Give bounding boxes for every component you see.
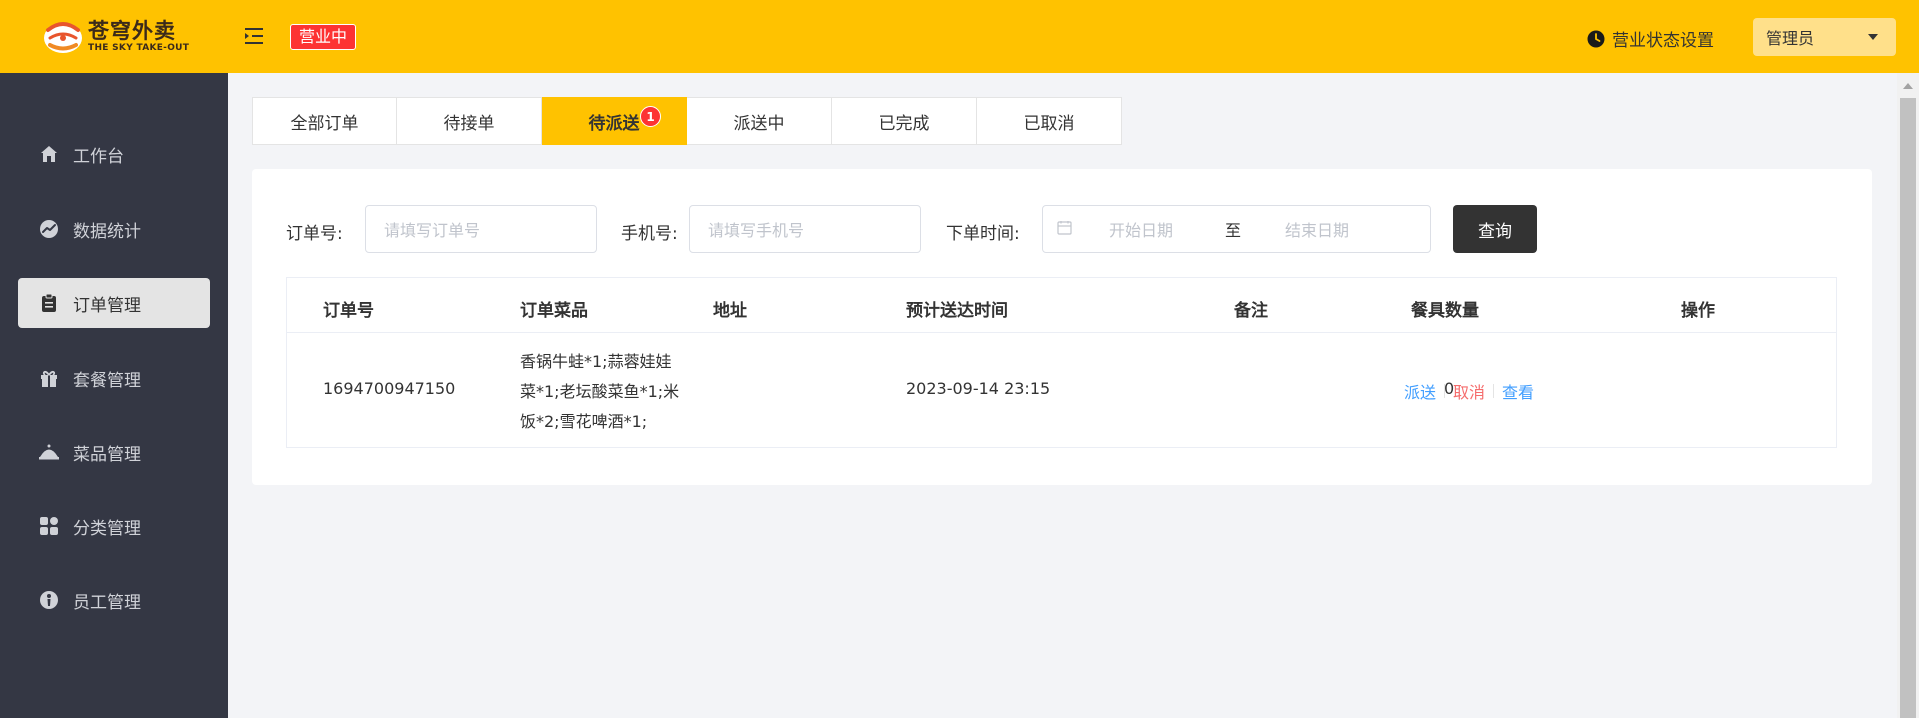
app-logo: 苍穹外卖 THE SKY TAKE-OUT (42, 16, 189, 56)
action-divider (1444, 384, 1446, 398)
sidebar-item-employees[interactable]: 员工管理 (18, 575, 210, 625)
employee-icon (38, 589, 60, 611)
column-header: 订单菜品 (520, 301, 588, 321)
dish-cloche-icon (38, 441, 60, 463)
sidebar-item-label: 分类管理 (73, 518, 141, 539)
order-panel: 订单号: 请填写订单号 手机号: 请填写手机号 下单时间: 开始日期 至 结束日… (252, 169, 1872, 485)
page-scrollbar[interactable] (1897, 73, 1919, 718)
tab-to-be-confirmed[interactable]: 待接单 (397, 97, 542, 145)
status-setting-label: 营业状态设置 (1612, 31, 1714, 51)
sidebar-item-setmeal[interactable]: 套餐管理 (18, 353, 210, 403)
sidebar: 工作台 数据统计 订单管理 套餐管理 菜品管理 分类管理 员工管理 (0, 73, 228, 718)
end-date-input[interactable]: 结束日期 (1285, 217, 1349, 241)
column-header: 餐具数量 (1411, 301, 1479, 321)
order-dishes-cell: 香锅牛蛙*1;蒜蓉娃娃菜*1;老坛酸菜鱼*1;米饭*2;雪花啤酒*1; (520, 352, 680, 431)
sidebar-item-category[interactable]: 分类管理 (18, 501, 210, 551)
sidebar-item-label: 订单管理 (73, 295, 141, 316)
dispatch-button[interactable]: 派送 (1404, 379, 1436, 403)
sidebar-item-workbench[interactable]: 工作台 (18, 129, 210, 179)
tab-all-orders[interactable]: 全部订单 (252, 97, 397, 145)
clipboard-icon (38, 292, 60, 314)
column-header: 订单号 (323, 301, 374, 321)
orders-table: 订单号 订单菜品 地址 预计送达时间 备注 餐具数量 操作 1694700947… (286, 277, 1837, 448)
order-status-tabs: 全部订单 待接单 待派送 1 派送中 已完成 已取消 (252, 97, 1122, 145)
tab-delivering[interactable]: 派送中 (687, 97, 832, 145)
phone-label: 手机号: (621, 224, 678, 244)
collapse-menu-icon[interactable] (244, 26, 266, 46)
sidebar-item-label: 工作台 (73, 146, 124, 167)
start-date-input[interactable]: 开始日期 (1109, 217, 1173, 241)
business-status-badge: 营业中 (290, 24, 357, 50)
scrollbar-thumb[interactable] (1900, 98, 1916, 718)
chart-icon (38, 218, 60, 240)
row-actions: 派送 取消 查看 (1404, 379, 1534, 403)
cancel-order-button[interactable]: 取消 (1453, 379, 1485, 403)
tab-label: 待派送 (588, 113, 640, 134)
sidebar-item-label: 员工管理 (73, 592, 141, 613)
phone-placeholder: 请填写手机号 (708, 221, 805, 240)
tab-label: 派送中 (733, 113, 785, 134)
order-number-cell: 1694700947150 (323, 379, 456, 398)
table-row: 1694700947150 香锅牛蛙*1;蒜蓉娃娃菜*1;老坛酸菜鱼*1;米饭*… (287, 333, 1836, 447)
tab-count-badge: 1 (640, 106, 661, 127)
clock-icon (1587, 30, 1605, 47)
eta-cell: 2023-09-14 23:15 (906, 379, 1051, 398)
column-header: 地址 (713, 301, 747, 321)
user-dropdown[interactable]: 管理员 (1753, 18, 1896, 56)
view-order-button[interactable]: 查看 (1502, 379, 1534, 403)
order-number-input[interactable]: 请填写订单号 (365, 205, 597, 253)
user-name: 管理员 (1766, 29, 1815, 48)
column-header: 预计送达时间 (906, 301, 1008, 321)
query-button[interactable]: 查询 (1453, 205, 1537, 253)
logo-mark-icon (42, 16, 84, 56)
tab-to-be-delivered[interactable]: 待派送 1 (542, 97, 687, 145)
sidebar-item-dishes[interactable]: 菜品管理 (18, 427, 210, 477)
tab-label: 全部订单 (290, 113, 359, 134)
table-header: 订单号 订单菜品 地址 预计送达时间 备注 餐具数量 操作 (287, 278, 1836, 333)
order-number-label: 订单号: (286, 224, 343, 244)
phone-input[interactable]: 请填写手机号 (689, 205, 921, 253)
caret-down-icon (1868, 34, 1878, 40)
category-grid-icon (38, 515, 60, 537)
column-header: 备注 (1234, 301, 1268, 321)
sidebar-item-label: 菜品管理 (73, 444, 141, 465)
sidebar-item-label: 套餐管理 (73, 370, 141, 391)
tab-label: 已取消 (1023, 113, 1075, 134)
home-icon (38, 143, 60, 165)
top-header: 苍穹外卖 THE SKY TAKE-OUT 营业中 营业状态设置 管理员 (0, 0, 1919, 73)
tab-completed[interactable]: 已完成 (832, 97, 977, 145)
sidebar-item-orders[interactable]: 订单管理 (18, 278, 210, 328)
sidebar-item-label: 数据统计 (73, 221, 141, 242)
gift-icon (38, 367, 60, 389)
order-number-placeholder: 请填写订单号 (384, 221, 481, 240)
sidebar-item-statistics[interactable]: 数据统计 (18, 204, 210, 254)
order-time-label: 下单时间: (946, 224, 1020, 244)
logo-subtitle: THE SKY TAKE-OUT (88, 43, 190, 53)
status-setting-button[interactable]: 营业状态设置 (1587, 26, 1714, 51)
tab-label: 待接单 (443, 113, 495, 134)
calendar-icon (1057, 220, 1072, 239)
tab-label: 已完成 (878, 113, 930, 134)
order-date-range[interactable]: 开始日期 至 结束日期 (1042, 205, 1431, 253)
tab-cancelled[interactable]: 已取消 (977, 97, 1122, 145)
date-range-separator: 至 (1225, 221, 1242, 240)
scroll-up-arrow-icon[interactable] (1903, 83, 1913, 89)
action-divider (1493, 384, 1495, 398)
column-header: 操作 (1681, 301, 1715, 321)
logo-title: 苍穹外卖 (88, 19, 176, 43)
